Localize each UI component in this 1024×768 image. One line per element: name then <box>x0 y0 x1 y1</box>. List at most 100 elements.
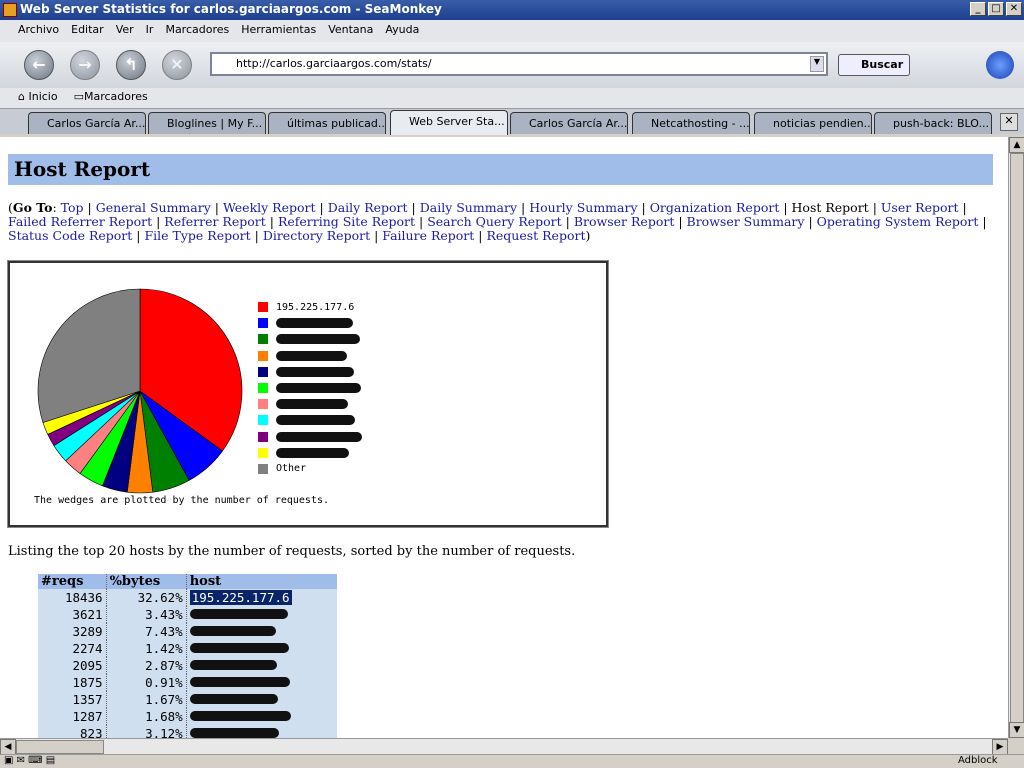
goto-link[interactable]: Weekly Report <box>223 200 316 215</box>
redacted-label <box>276 366 354 377</box>
tab[interactable]: Carlos García Ar... <box>510 112 628 134</box>
goto-link[interactable]: Directory Report <box>263 228 370 243</box>
page-title: Host Report <box>8 154 993 185</box>
tab[interactable]: Bloglines | My F... <box>148 112 266 134</box>
search-button[interactable]: Buscar <box>838 54 910 76</box>
scroll-left-button[interactable]: ◀ <box>0 739 16 755</box>
menu-archivo[interactable]: Archivo <box>18 23 59 42</box>
forward-button[interactable]: → <box>70 50 100 80</box>
minimize-button[interactable]: _ <box>970 2 986 16</box>
pie-svg <box>37 288 243 494</box>
redacted-host <box>189 728 279 738</box>
goto-link[interactable]: Referring Site Report <box>278 214 415 229</box>
url-dropdown-button[interactable]: ▼ <box>810 56 824 72</box>
tab[interactable]: Web Server Sta... <box>390 110 508 135</box>
menu-ayuda[interactable]: Ayuda <box>385 23 419 42</box>
goto-link[interactable]: Daily Summary <box>420 200 517 215</box>
goto-link[interactable]: Top <box>61 200 84 215</box>
tab[interactable]: Carlos García Ar... <box>28 112 146 134</box>
redacted-label <box>276 415 355 426</box>
horizontal-scrollbar[interactable]: ◀ ▶ <box>0 738 1008 755</box>
goto-link[interactable]: Organization Report <box>650 200 780 215</box>
goto-link[interactable]: Browser Report <box>574 214 674 229</box>
legend-item <box>258 315 362 331</box>
goto-link[interactable]: Status Code Report <box>8 228 132 243</box>
goto-link: Host Report <box>791 200 869 215</box>
goto-link[interactable]: General Summary <box>96 200 211 215</box>
tab[interactable]: push-back: BLO... <box>874 112 992 134</box>
goto-link[interactable]: Failed Referrer Report <box>8 214 152 229</box>
redacted-label <box>276 383 361 394</box>
reload-button[interactable]: ↰ <box>116 50 146 80</box>
tab-label: Netcathosting - ... <box>651 117 750 130</box>
stop-button[interactable]: ✕ <box>162 50 192 80</box>
navigation-toolbar: ← → ↰ ✕ http://carlos.garciaargos.com/st… <box>0 42 1024 88</box>
goto-link[interactable]: Search Query Report <box>427 214 561 229</box>
close-button[interactable]: ✕ <box>1006 2 1022 16</box>
host-cell: 195.225.177.6 <box>186 589 337 606</box>
scroll-down-button[interactable]: ▼ <box>1009 722 1024 738</box>
legend-item <box>258 396 362 412</box>
bytes-cell: 1.42% <box>106 640 187 657</box>
tab[interactable]: últimas publicad... <box>268 112 386 134</box>
goto-link[interactable]: Operating System Report <box>817 214 979 229</box>
redacted-host <box>189 626 276 636</box>
col-reqs: #reqs <box>38 574 107 589</box>
legend-swatch <box>258 350 268 361</box>
redacted-label <box>276 431 362 442</box>
legend-item <box>258 429 362 445</box>
legend-item <box>258 380 362 396</box>
bytes-cell: 3.43% <box>106 606 187 623</box>
table-row: 1875 0.91% <box>38 674 337 691</box>
search-label: Buscar <box>861 58 904 71</box>
goto-link[interactable]: Hourly Summary <box>529 200 637 215</box>
goto-link[interactable]: Daily Report <box>328 200 408 215</box>
menu-bar: Archivo Editar Ver Ir Marcadores Herramientas… <box>0 20 1024 42</box>
vertical-scroll-thumb[interactable] <box>1010 153 1024 723</box>
scroll-right-button[interactable]: ▶ <box>992 739 1008 755</box>
menu-herramientas[interactable]: Herramientas <box>241 23 316 42</box>
tab-label: Bloglines | My F... <box>167 117 263 130</box>
redacted-host <box>189 677 290 687</box>
goto-link[interactable]: Browser Summary <box>687 214 805 229</box>
seamonkey-icon <box>3 3 17 17</box>
horizontal-scroll-thumb[interactable] <box>16 740 104 754</box>
home-bookmark[interactable]: ⌂ Inicio <box>18 90 58 108</box>
goto-link[interactable]: User Report <box>881 200 959 215</box>
back-button[interactable]: ← <box>24 50 54 80</box>
legend-item: Other <box>258 461 362 477</box>
reqs-cell: 823 <box>38 725 107 738</box>
menu-marcadores[interactable]: Marcadores <box>165 23 229 42</box>
tab[interactable]: noticias pendien... <box>754 112 872 134</box>
legend-swatch <box>258 334 268 345</box>
goto-link[interactable]: File Type Report <box>144 228 250 243</box>
window-title: Web Server Statistics for carlos.garciaa… <box>20 2 442 16</box>
tab-label: Web Server Sta... <box>409 115 505 128</box>
redacted-label <box>276 318 353 329</box>
goto-link[interactable]: Referrer Report <box>164 214 265 229</box>
bookmarks-folder[interactable]: ▭Marcadores <box>74 90 148 108</box>
bytes-cell: 3.12% <box>106 725 187 738</box>
host-cell <box>186 657 337 674</box>
reqs-cell: 1287 <box>38 708 107 725</box>
navigator-icon[interactable]: ▣ ✉ ⌨ ▤ <box>4 755 55 766</box>
adblock-label[interactable]: Adblock <box>958 755 998 766</box>
tab-favicon-icon <box>33 117 45 129</box>
menu-ir[interactable]: Ir <box>146 23 154 42</box>
table-row: 18436 32.62% 195.225.177.6 <box>38 589 337 606</box>
scroll-up-button[interactable]: ▲ <box>1009 137 1024 153</box>
menu-ventana[interactable]: Ventana <box>328 23 373 42</box>
goto-link[interactable]: Request Report <box>486 228 585 243</box>
tab-label: Carlos García Ar... <box>47 117 146 130</box>
goto-link[interactable]: Failure Report <box>382 228 474 243</box>
url-input[interactable]: http://carlos.garciaargos.com/stats/ ▼ <box>210 52 828 76</box>
menu-editar[interactable]: Editar <box>71 23 104 42</box>
bytes-cell: 1.67% <box>106 691 187 708</box>
close-tab-button[interactable]: ✕ <box>1000 113 1018 131</box>
vertical-scrollbar[interactable]: ▲ ▼ <box>1008 137 1024 738</box>
redacted-label <box>276 350 347 361</box>
chart-note: The wedges are plotted by the number of … <box>34 495 330 506</box>
tab[interactable]: Netcathosting - ... <box>632 112 750 134</box>
maximize-button[interactable]: □ <box>988 2 1004 16</box>
menu-ver[interactable]: Ver <box>116 23 134 42</box>
